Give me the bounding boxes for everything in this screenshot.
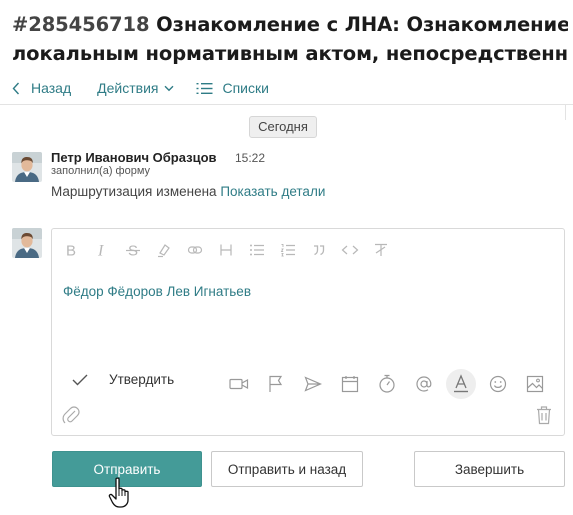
divider — [0, 104, 573, 105]
attach-icon[interactable] — [62, 405, 80, 430]
highlight-icon[interactable] — [153, 240, 175, 260]
heading-icon[interactable] — [215, 240, 237, 260]
send-icon[interactable] — [298, 369, 328, 399]
divider-vertical — [565, 104, 566, 120]
toolbar: Назад Действия Списки — [12, 78, 269, 98]
video-icon[interactable] — [224, 369, 254, 399]
approve-label: Утвердить — [109, 372, 175, 387]
code-icon[interactable] — [339, 240, 361, 260]
hand-cursor-icon — [108, 477, 134, 514]
actions-dropdown[interactable]: Действия — [97, 80, 174, 96]
title-line-2: локальным нормативным актом, непосредств… — [12, 42, 568, 65]
task-number: #285456718 — [12, 13, 150, 36]
svg-text:I: I — [97, 243, 104, 259]
back-button[interactable]: Назад — [12, 80, 71, 96]
avatar — [12, 152, 42, 182]
editor-actions — [224, 369, 557, 399]
actions-label: Действия — [97, 80, 159, 96]
text-color-icon[interactable] — [446, 369, 476, 399]
lists-button[interactable]: Списки — [196, 80, 269, 96]
comment-message-text: Маршрутизация изменена — [51, 184, 217, 199]
checkmark-icon — [72, 374, 88, 385]
chevron-down-icon — [164, 85, 174, 91]
comment-time: 15:22 — [235, 151, 266, 165]
link-icon[interactable] — [184, 240, 206, 260]
back-label: Назад — [31, 80, 72, 96]
mention-icon[interactable] — [409, 369, 439, 399]
format-toolbar: B I S — [60, 240, 401, 260]
svg-text:B: B — [66, 243, 76, 259]
date-separator: Сегодня — [249, 116, 317, 138]
comment-message: Маршрутизация изменена Показать детали — [51, 184, 325, 199]
user-photo-icon — [12, 152, 42, 182]
quote-icon[interactable] — [308, 240, 330, 260]
image-icon[interactable] — [520, 369, 550, 399]
bulleted-list-icon[interactable] — [246, 240, 268, 260]
italic-icon[interactable]: I — [91, 240, 113, 260]
comment-editor[interactable]: B I S Фёдор Фёдоров Лев Игнатьев Утверди… — [51, 228, 565, 436]
lists-label: Списки — [222, 80, 269, 96]
clear-format-icon[interactable] — [370, 240, 392, 260]
finish-button[interactable]: Завершить — [414, 451, 565, 487]
chevron-left-icon — [12, 82, 20, 94]
send-and-back-button[interactable]: Отправить и назад — [211, 451, 363, 487]
strikethrough-icon[interactable]: S — [122, 240, 144, 260]
calendar-icon[interactable] — [335, 369, 365, 399]
emoji-icon[interactable] — [483, 369, 513, 399]
comment-action: заполнил(а) форму — [51, 165, 151, 177]
title-line-1: Ознакомление с ЛНА: Ознакомление с — [156, 13, 568, 36]
show-details-link[interactable]: Показать детали — [220, 184, 325, 199]
comment-author[interactable]: Петр Иванович Образцов — [51, 150, 217, 165]
user-photo-icon — [12, 228, 42, 258]
page-title: #285456718 Ознакомление с ЛНА: Ознакомле… — [12, 10, 568, 68]
flag-icon[interactable] — [261, 369, 291, 399]
trash-icon[interactable] — [535, 405, 553, 430]
avatar — [12, 228, 42, 258]
list-icon — [196, 82, 213, 94]
approve-toggle[interactable]: Утвердить — [72, 372, 174, 387]
timer-icon[interactable] — [372, 369, 402, 399]
bold-icon[interactable]: B — [60, 240, 82, 260]
editor-content[interactable]: Фёдор Фёдоров Лев Игнатьев — [63, 284, 251, 299]
numbered-list-icon[interactable] — [277, 240, 299, 260]
